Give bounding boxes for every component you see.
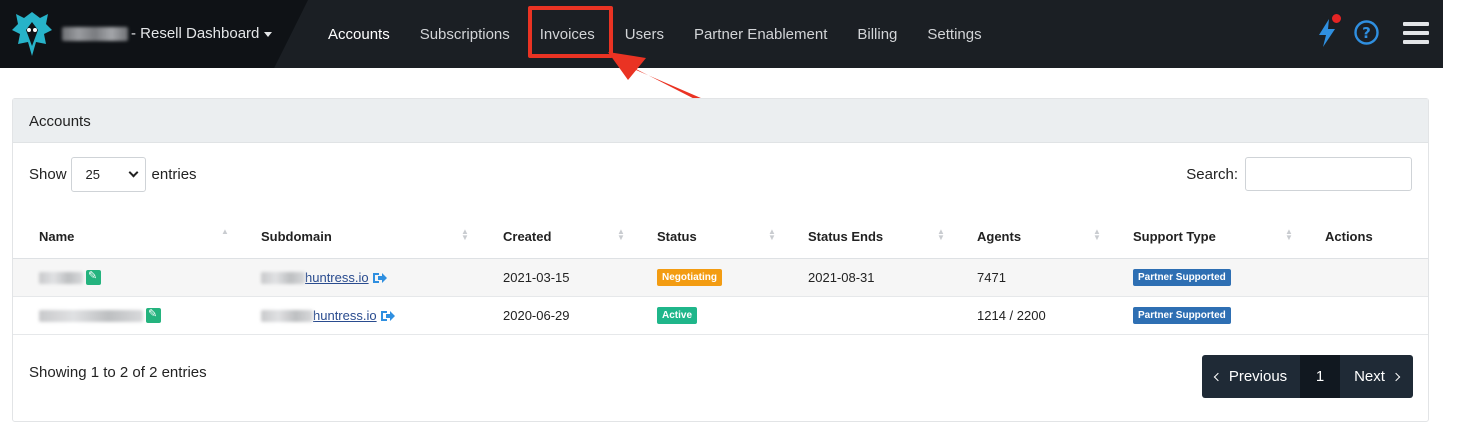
accounts-card: Accounts Show 25 entries Search: Name ▲ S… <box>12 98 1429 422</box>
table-row: huntress.io 2020-06-29 Active 1214 / 220… <box>13 296 1428 335</box>
card-title: Accounts <box>13 99 1428 143</box>
cell-support-type: Partner Supported <box>1107 258 1299 297</box>
sort-icon: ▲ ▼ <box>1285 227 1293 242</box>
show-label: Show <box>29 166 67 183</box>
accounts-table: Name ▲ Subdomain ▲ ▼ Created ▲ ▼ Status ▲ ▼ Sta… <box>13 216 1428 335</box>
col-created[interactable]: Created ▲ ▼ <box>477 216 631 259</box>
entries-label: entries <box>151 166 197 183</box>
subdomain-link[interactable]: huntress.io <box>305 270 369 285</box>
col-subdomain[interactable]: Subdomain ▲ ▼ <box>235 216 477 259</box>
search-control: Search: <box>1186 157 1412 191</box>
cell-created: 2021-03-15 <box>477 258 631 297</box>
notification-dot <box>1331 13 1342 24</box>
brand-dropdown[interactable]: - Resell Dashboard <box>131 25 273 42</box>
col-agents[interactable]: Agents ▲ ▼ <box>951 216 1107 259</box>
cell-created: 2020-06-29 <box>477 296 631 335</box>
nav-users[interactable]: Users <box>625 26 664 43</box>
pagination: Previous 1 Next <box>1202 355 1413 398</box>
sort-icon: ▲ ▼ <box>461 227 469 242</box>
cell-status: Active <box>631 296 782 335</box>
entries-value: 25 <box>85 167 100 182</box>
page-1-button[interactable]: 1 <box>1300 355 1340 398</box>
col-name[interactable]: Name ▲ <box>13 216 235 259</box>
cell-name <box>13 258 235 297</box>
logo-icon[interactable] <box>10 8 54 60</box>
edit-icon[interactable] <box>146 307 161 324</box>
cell-name <box>13 296 235 335</box>
status-badge: Active <box>657 307 698 324</box>
edit-icon[interactable] <box>86 269 101 286</box>
cell-agents: 1214 / 2200 <box>951 296 1107 335</box>
table-header-row: Name ▲ Subdomain ▲ ▼ Created ▲ ▼ Status ▲ ▼ Sta… <box>13 216 1428 259</box>
col-support-type[interactable]: Support Type ▲ ▼ <box>1107 216 1299 259</box>
cell-status: Negotiating <box>631 258 782 297</box>
col-status-ends[interactable]: Status Ends ▲ ▼ <box>782 216 951 259</box>
previous-page-button[interactable]: Previous <box>1202 355 1300 398</box>
name-redacted <box>39 271 83 284</box>
nav-settings[interactable]: Settings <box>927 26 981 43</box>
sort-icon: ▲ ▼ <box>1093 227 1101 242</box>
cell-support-type: Partner Supported <box>1107 296 1299 335</box>
chevron-down-icon <box>128 167 138 178</box>
support-type-badge: Partner Supported <box>1133 269 1231 286</box>
support-type-badge: Partner Supported <box>1133 307 1231 324</box>
cell-status-ends: 2021-08-31 <box>782 258 951 297</box>
chevron-right-icon <box>1391 372 1401 381</box>
col-status[interactable]: Status ▲ ▼ <box>631 216 782 259</box>
col-actions: Actions <box>1299 216 1428 259</box>
cell-status-ends <box>782 296 951 335</box>
next-page-button[interactable]: Next <box>1340 355 1413 398</box>
nav-accounts[interactable]: Accounts <box>328 26 390 43</box>
external-login-icon[interactable] <box>380 310 396 322</box>
nav-billing[interactable]: Billing <box>857 26 897 43</box>
search-label: Search: <box>1186 165 1238 183</box>
subdomain-link[interactable]: huntress.io <box>313 308 377 323</box>
sort-asc-icon: ▲ <box>221 227 229 236</box>
name-redacted <box>39 309 143 322</box>
status-badge: Negotiating <box>657 269 722 286</box>
entries-length-control: Show 25 entries <box>29 157 197 192</box>
hamburger-menu-icon[interactable] <box>1403 22 1429 44</box>
invoices-highlight-box <box>528 6 613 58</box>
brand-label: - Resell Dashboard <box>131 25 260 42</box>
nav-subscriptions[interactable]: Subscriptions <box>420 26 510 43</box>
search-input[interactable] <box>1245 157 1412 191</box>
sort-icon: ▲ ▼ <box>617 227 625 242</box>
external-login-icon[interactable] <box>372 272 388 284</box>
sort-icon: ▲ ▼ <box>937 227 945 242</box>
svg-text:?: ? <box>1362 24 1371 42</box>
caret-down-icon <box>264 31 273 37</box>
sort-icon: ▲ ▼ <box>768 227 776 242</box>
cell-subdomain: huntress.io <box>235 258 477 297</box>
help-icon[interactable]: ? <box>1354 20 1379 45</box>
subdomain-redacted <box>261 309 313 322</box>
next-label: Next <box>1354 368 1385 385</box>
chevron-left-icon <box>1213 372 1223 381</box>
entries-select[interactable]: 25 <box>70 157 146 192</box>
cell-actions <box>1299 296 1428 335</box>
subdomain-redacted <box>261 271 305 284</box>
cell-actions <box>1299 258 1428 297</box>
brand-name-redacted <box>62 27 128 41</box>
table-info: Showing 1 to 2 of 2 entries <box>29 364 207 381</box>
nav-partner-enablement[interactable]: Partner Enablement <box>694 26 827 43</box>
previous-label: Previous <box>1228 368 1288 385</box>
cell-agents: 7471 <box>951 258 1107 297</box>
table-row: huntress.io 2021-03-15 Negotiating 2021-… <box>13 258 1428 297</box>
cell-subdomain: huntress.io <box>235 296 477 335</box>
